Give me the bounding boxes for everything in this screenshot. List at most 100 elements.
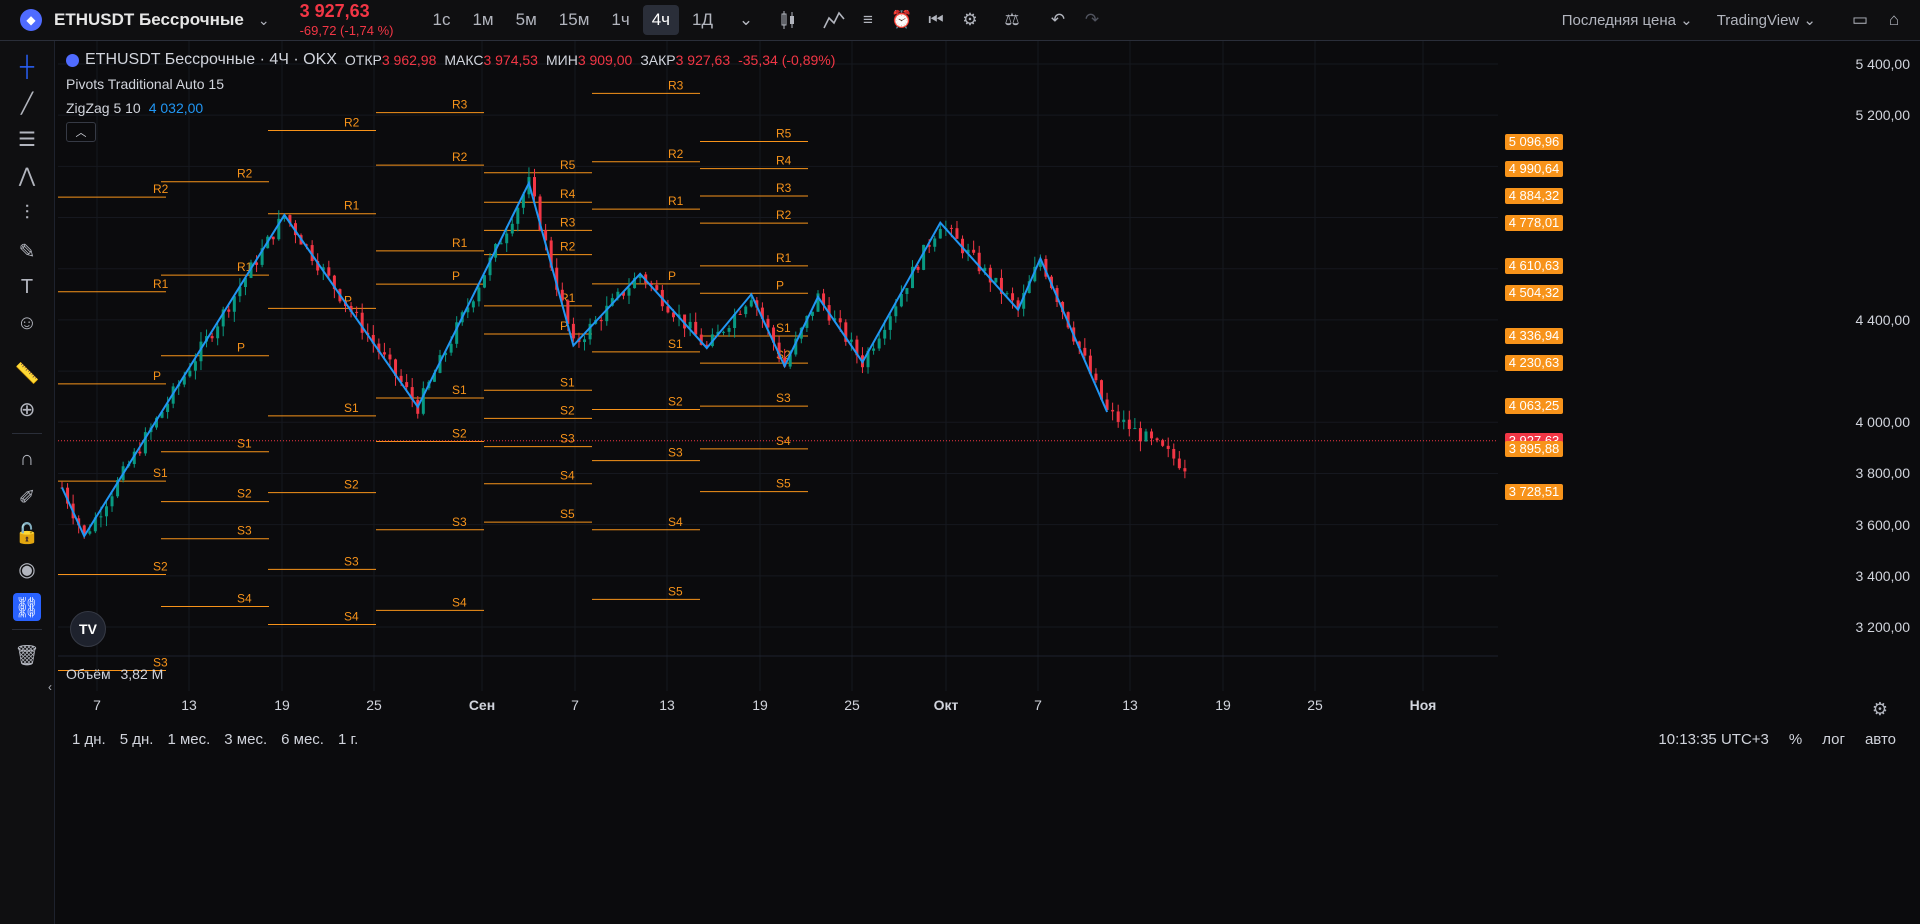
alert-icon[interactable]: ⏰	[888, 6, 916, 34]
price-axis-tick: 4 000,00	[1855, 414, 1911, 431]
time-axis-tick: 7	[571, 697, 579, 713]
eye-icon[interactable]: ◉	[13, 555, 41, 583]
pivots-legend-row[interactable]: Pivots Traditional Auto 15	[66, 72, 835, 96]
last-price: 3 927,63	[299, 0, 370, 21]
emoji-icon[interactable]: ☺	[13, 309, 41, 337]
price-type-label: Последняя цена	[1561, 12, 1676, 29]
percent-toggle[interactable]: %	[1789, 731, 1802, 748]
legend-title[interactable]: ETHUSDT Бессрочные · 4Ч · OKX	[85, 51, 337, 69]
log-toggle[interactable]: лог	[1822, 731, 1845, 748]
range-6m[interactable]: 6 мес.	[281, 731, 324, 748]
tradingview-logo-icon[interactable]: TV	[70, 611, 106, 647]
pivot-level-label: R2	[237, 167, 253, 181]
price-summary: 3 927,63 -69,72 (-1,74 %)	[299, 0, 394, 38]
lock-draw-icon[interactable]: ✐	[13, 483, 41, 511]
fullscreen-icon[interactable]: ▭	[1846, 6, 1874, 34]
candle-body	[722, 331, 725, 333]
trendline-icon[interactable]: ╱	[13, 89, 41, 117]
zigzag-indicator-name: ZigZag 5 10	[66, 100, 141, 116]
range-5d[interactable]: 5 дн.	[120, 731, 154, 748]
candle-body	[449, 343, 453, 353]
price-axis-tag: 4 336,94	[1505, 328, 1563, 345]
candle-body	[138, 451, 142, 454]
candle-body	[838, 318, 842, 323]
symbol-name[interactable]: ETHUSDT Бессрочные	[54, 10, 244, 30]
scales-icon[interactable]: ⚖	[998, 6, 1026, 34]
zigzag-legend-row[interactable]: ZigZag 5 10 4 032,00	[66, 96, 835, 120]
interval-1d[interactable]: 1Д	[683, 5, 722, 35]
chevron-down-icon[interactable]: ⌄	[258, 12, 270, 29]
time-axis-tick: Ноя	[1409, 697, 1437, 713]
auto-toggle[interactable]: авто	[1865, 731, 1896, 748]
legend-collapse-row: ︿	[66, 120, 835, 144]
candle-body	[1083, 347, 1087, 356]
time-axis-tick: Сен	[468, 697, 496, 713]
pivots-indicator-name: Pivots Traditional Auto 15	[66, 76, 224, 92]
pivot-level-label: S3	[668, 446, 683, 460]
time-axis-tick: 7	[93, 697, 101, 713]
volume-legend[interactable]: Объём 3,82 M	[66, 666, 163, 682]
chart-settings-gear-icon[interactable]: ⚙	[1866, 695, 1894, 723]
interval-menu-chevron-icon[interactable]: ⌄	[732, 6, 760, 34]
range-1m[interactable]: 1 мес.	[167, 731, 210, 748]
prediction-icon[interactable]: ⫶	[13, 199, 41, 227]
interval-15m[interactable]: 15м	[550, 5, 599, 35]
price-type-select[interactable]: Последняя цена ⌄	[1562, 11, 1693, 29]
range-3m[interactable]: 3 мес.	[224, 731, 267, 748]
settings-icon[interactable]: ⚙	[956, 6, 984, 34]
high-value: 3 974,53	[483, 52, 538, 68]
lock-icon[interactable]: 🔓	[13, 519, 41, 547]
indicators-icon[interactable]	[820, 6, 848, 34]
collapse-toolbar-icon[interactable]: ‹	[46, 673, 54, 701]
interval-1s[interactable]: 1с	[424, 5, 460, 35]
price-axis-tick: 5 400,00	[1855, 56, 1911, 72]
time-axis-tick: 25	[1307, 697, 1323, 713]
chevron-up-icon[interactable]: ︿	[66, 122, 96, 142]
candles-type-icon[interactable]	[774, 6, 802, 34]
zoom-in-icon[interactable]: ⊕	[13, 395, 41, 423]
magnet-icon[interactable]: ∩	[13, 445, 41, 473]
redo-icon[interactable]: ↷	[1078, 6, 1106, 34]
pattern-icon[interactable]: ⋀	[13, 161, 41, 189]
pivot-level-label: S1	[560, 375, 575, 389]
candle-body	[110, 496, 114, 507]
candle-body	[955, 228, 959, 239]
candle-body	[849, 339, 853, 342]
list-icon[interactable]: ≡	[854, 6, 882, 34]
brush-icon[interactable]: ✎	[13, 237, 41, 265]
candle-body	[510, 223, 514, 234]
ruler-icon[interactable]: 📏	[13, 359, 41, 387]
replay-icon[interactable]: ⏮	[922, 6, 950, 34]
time-axis[interactable]: 7 13 19 25 Сен 7 13 19 25 Окт 7 13 19 25 Ноя	[58, 692, 1500, 720]
interval-5m[interactable]: 5м	[507, 5, 546, 35]
source-select[interactable]: TradingView ⌄	[1717, 11, 1816, 29]
undo-icon[interactable]: ↶	[1044, 6, 1072, 34]
pivot-level-label: S2	[237, 487, 252, 501]
text-icon[interactable]: T	[13, 273, 41, 301]
price-change: -69,72 (-1,74 %)	[299, 22, 394, 38]
candle-body	[471, 301, 475, 308]
fib-icon[interactable]: ☰	[13, 125, 41, 153]
trash-icon[interactable]: 🗑	[13, 641, 41, 669]
camera-icon[interactable]: ⌂	[1880, 6, 1908, 34]
candle-body	[482, 275, 486, 288]
interval-1m[interactable]: 1м	[463, 5, 502, 35]
range-1d[interactable]: 1 дн.	[72, 731, 106, 748]
price-axis[interactable]: 5 400,00 5 200,00 4 400,00 4 000,00 3 800,00…	[1500, 41, 1920, 691]
chart-legend: ETHUSDT Бессрочные · 4Ч · OKX ОТКР 3 962…	[66, 48, 835, 144]
candle-body	[505, 233, 509, 244]
range-1y[interactable]: 1 г.	[338, 731, 358, 748]
interval-1h[interactable]: 1ч	[602, 5, 638, 35]
pivot-level-label: P	[237, 341, 245, 355]
candle-body	[210, 336, 214, 339]
candle-body	[1144, 431, 1148, 442]
clock[interactable]: 10:13:35 UTC+3	[1658, 731, 1769, 748]
bottom-right-controls: 10:13:35 UTC+3 % лог авто	[1658, 731, 1896, 748]
pivot-level-label: R2	[452, 150, 468, 164]
candle-body	[905, 288, 909, 294]
price-axis-tag: 4 778,01	[1505, 215, 1563, 232]
crosshair-icon[interactable]: ┼	[13, 53, 41, 81]
interval-4h[interactable]: 4ч	[642, 5, 680, 35]
candle-body	[327, 267, 331, 276]
link-icon[interactable]: ⛓	[13, 593, 41, 621]
